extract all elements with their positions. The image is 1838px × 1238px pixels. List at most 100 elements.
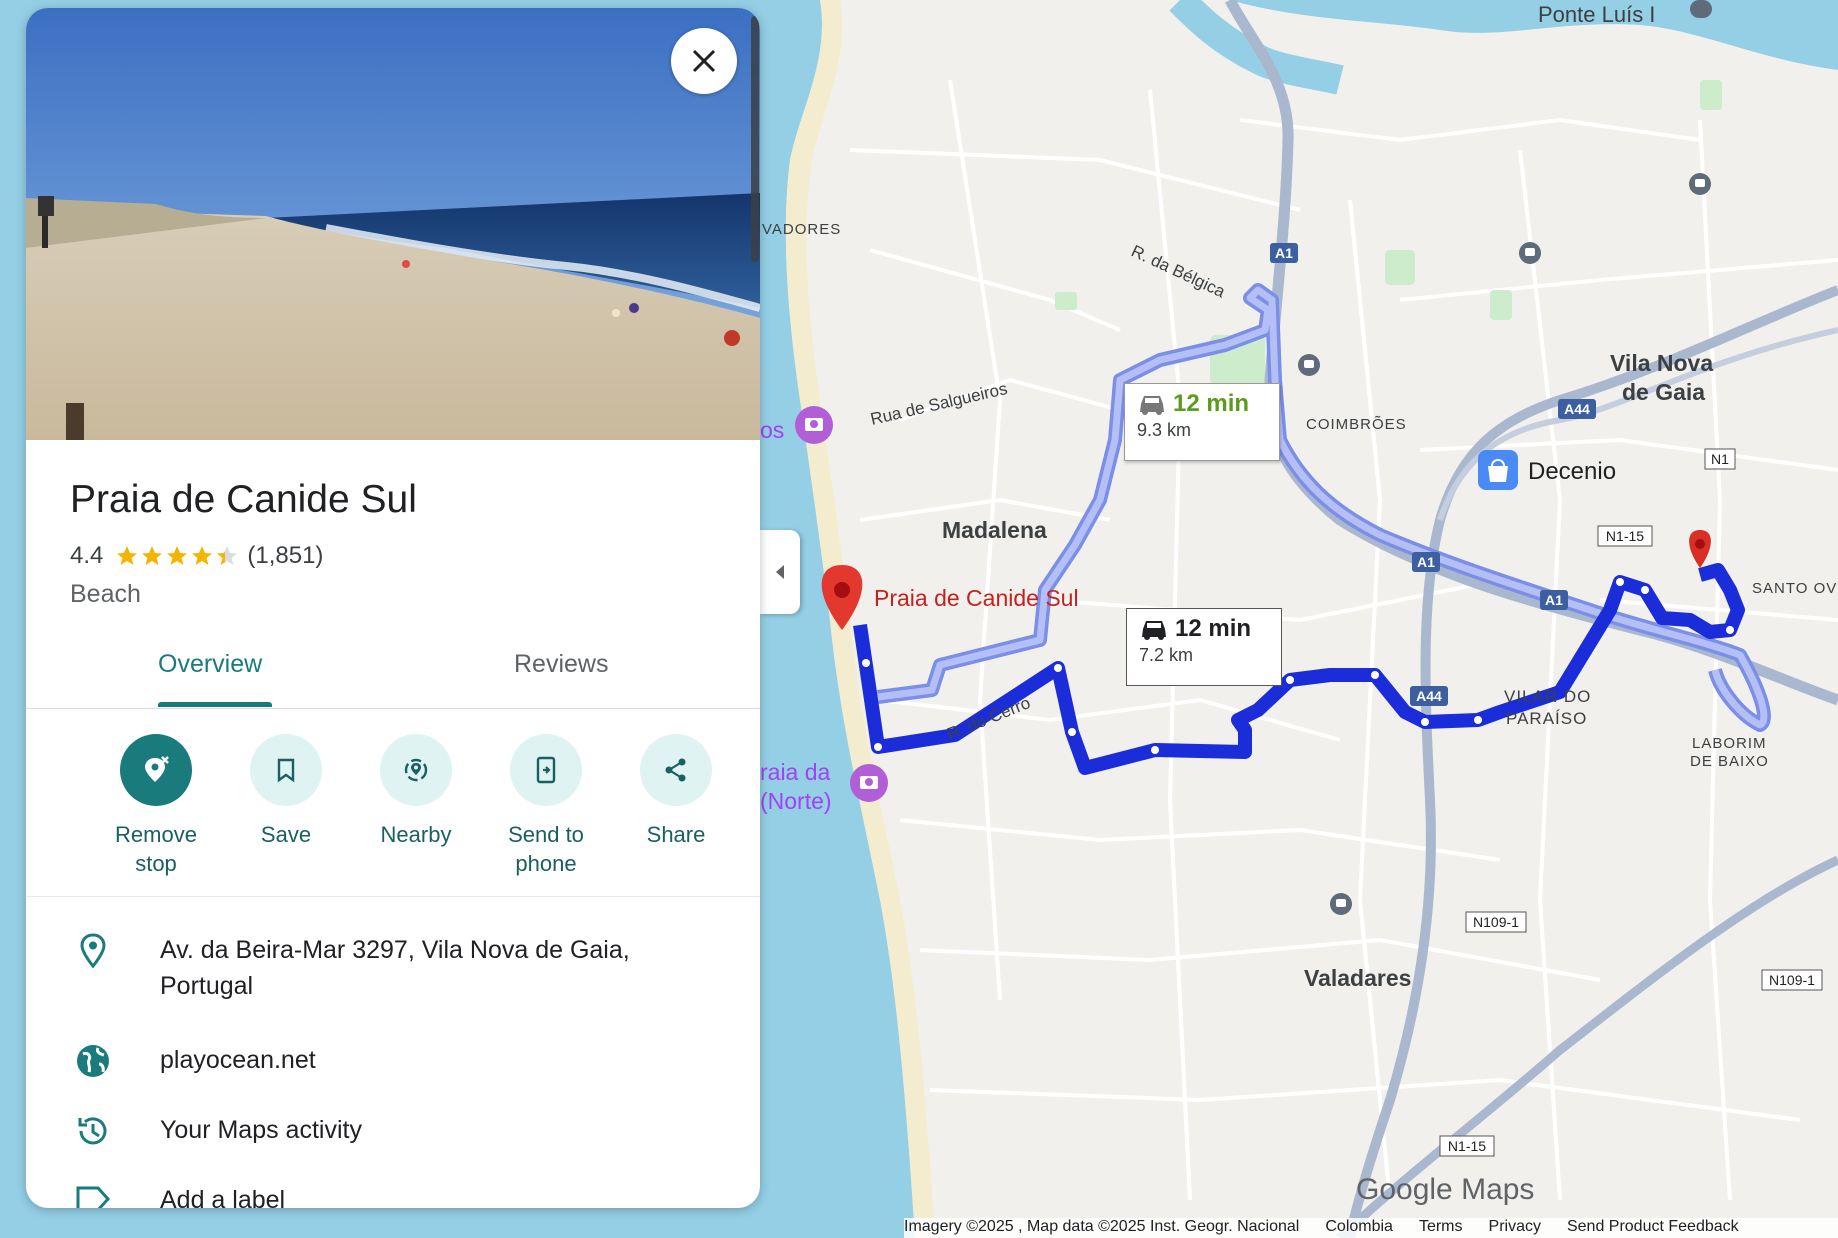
label-laborim-1: LABORIM <box>1692 735 1767 752</box>
car-icon <box>1140 396 1164 415</box>
save-button[interactable]: Save <box>221 734 351 849</box>
add-label-row[interactable]: Add a label <box>26 1182 760 1208</box>
rating-stars <box>115 544 239 568</box>
footer-country[interactable]: Colombia <box>1325 1218 1393 1238</box>
label-vilar-1: VILAR DO <box>1504 687 1591 706</box>
road-shield-n1-15-bottom: N1-15 <box>1439 1135 1495 1157</box>
share-label: Share <box>646 822 706 847</box>
nearby-icon <box>404 758 428 782</box>
maps-activity-text: Your Maps activity <box>160 1116 362 1144</box>
road-shield-n1: N1 <box>1704 448 1736 470</box>
svg-text:N1: N1 <box>1711 451 1729 467</box>
label-ponte: Ponte Luís I <box>1538 2 1655 27</box>
remove-stop-icon <box>145 756 169 782</box>
poi-camera-2[interactable] <box>850 764 888 802</box>
nearby-button[interactable]: Nearby <box>351 734 481 849</box>
address-row[interactable]: Av. da Beira-Mar 3297, Vila Nova de Gaia… <box>26 932 760 1004</box>
map-footer: Imagery ©2025 , Map data ©2025 Inst. Geo… <box>904 1218 1838 1238</box>
close-button[interactable] <box>671 28 737 94</box>
location-pin-icon <box>80 933 106 969</box>
website-row[interactable]: playocean.net <box>26 1042 760 1080</box>
road-shield-n109-1: N109-1 <box>1465 911 1527 933</box>
nearby-label: Nearby <box>380 822 452 847</box>
route-callout-primary[interactable]: 12 min 7.2 km <box>1126 608 1282 686</box>
car-icon <box>1142 621 1166 640</box>
label-vila-nova-1: Vila Nova <box>1610 350 1713 376</box>
send-to-phone-label-2: phone <box>515 851 577 876</box>
svg-text:N109-1: N109-1 <box>1473 914 1519 930</box>
road-shield-a1-right: A1 <box>1540 590 1568 610</box>
place-category[interactable]: Beach <box>70 580 141 609</box>
label-santo-ov: SANTO OV <box>1752 580 1837 597</box>
place-panel: Praia de Canide Sul 4.4 (1,851) Beach Ov… <box>26 8 760 1208</box>
svg-text:A44: A44 <box>1564 401 1590 417</box>
footer-feedback-link[interactable]: Send Product Feedback <box>1567 1218 1739 1238</box>
svg-text:N1-15: N1-15 <box>1606 528 1644 544</box>
road-shield-a1-mid: A1 <box>1412 552 1440 572</box>
poi-camera-1[interactable] <box>795 406 833 444</box>
label-vila-nova-2: de Gaia <box>1622 379 1705 405</box>
tab-indicator <box>158 702 272 707</box>
share-icon <box>665 758 686 782</box>
tab-reviews[interactable]: Reviews <box>514 650 608 679</box>
svg-text:A44: A44 <box>1416 688 1442 704</box>
shopping-icon[interactable] <box>1478 450 1518 490</box>
close-icon <box>692 49 716 73</box>
remove-stop-label-2: stop <box>135 851 177 876</box>
route-alt-duration: 12 min <box>1173 390 1250 417</box>
history-icon <box>78 1117 107 1145</box>
road-shield-a1-top: A1 <box>1270 243 1298 263</box>
footer-terms-link[interactable]: Terms <box>1419 1218 1463 1238</box>
label-praia-norte-1[interactable]: raia da <box>760 759 831 785</box>
remove-stop-button[interactable]: Remove stop <box>91 734 221 878</box>
svg-text:N109-1: N109-1 <box>1769 972 1815 988</box>
route-alt-distance: 9.3 km <box>1137 420 1192 440</box>
route-callout-alt[interactable]: 12 min 9.3 km <box>1124 383 1280 461</box>
globe-icon <box>77 1045 109 1077</box>
save-label: Save <box>260 822 312 847</box>
label-icon <box>76 1186 111 1208</box>
reviews-count[interactable]: (1,851) <box>247 542 323 570</box>
remove-stop-label-1: Remove <box>115 822 197 847</box>
label-vadores: VADORES <box>762 221 841 238</box>
svg-text:A1: A1 <box>1275 245 1293 261</box>
label-vilar-2: PARAÍSO <box>1506 709 1587 728</box>
collapse-panel-button[interactable] <box>760 530 800 614</box>
label-os[interactable]: os <box>760 417 784 443</box>
share-button[interactable]: Share <box>611 734 741 849</box>
svg-text:A1: A1 <box>1545 592 1563 608</box>
label-decenio[interactable]: Decenio <box>1528 458 1616 485</box>
svg-text:N1-15: N1-15 <box>1448 1138 1486 1154</box>
place-title: Praia de Canide Sul <box>70 478 417 521</box>
place-photo[interactable] <box>26 8 760 440</box>
route-primary-distance: 7.2 km <box>1139 645 1194 665</box>
label-madalena: Madalena <box>942 517 1047 543</box>
website-link[interactable]: playocean.net <box>160 1042 680 1080</box>
bookmark-icon <box>277 758 295 783</box>
label-coimbroes: COIMBRÕES <box>1306 416 1407 433</box>
add-label-text: Add a label <box>160 1186 286 1208</box>
google-maps-logo: Google Maps <box>1356 1173 1534 1206</box>
caret-left-icon <box>776 565 784 579</box>
send-to-phone-label-1: Send to <box>508 822 584 847</box>
route-primary-duration: 12 min <box>1175 615 1252 642</box>
place-tabs: Overview Reviews <box>26 638 760 709</box>
label-marker-place[interactable]: Praia de Canide Sul <box>874 585 1079 611</box>
rating-row[interactable]: 4.4 (1,851) <box>70 542 323 570</box>
label-praia-norte-2[interactable]: (Norte) <box>760 788 832 814</box>
scrollbar[interactable] <box>751 16 759 262</box>
rating-value: 4.4 <box>70 542 104 569</box>
road-shield-a44-top: A44 <box>1558 399 1596 419</box>
label-valadares: Valadares <box>1304 965 1411 991</box>
footer-imagery: Imagery ©2025 , Map data ©2025 Inst. Geo… <box>904 1218 1300 1235</box>
label-laborim-2: DE BAIXO <box>1690 753 1769 770</box>
send-to-phone-button[interactable]: Send to phone <box>481 734 611 878</box>
send-to-phone-icon <box>536 756 556 784</box>
road-shield-n1-15: N1-15 <box>1597 525 1653 547</box>
action-bar: Remove stop Save Nearby Send to phone Shar… <box>26 728 760 897</box>
road-shield-n109-1-right: N109-1 <box>1761 969 1823 991</box>
tab-overview[interactable]: Overview <box>158 650 262 679</box>
footer-privacy-link[interactable]: Privacy <box>1489 1218 1541 1238</box>
address-text: Av. da Beira-Mar 3297, Vila Nova de Gaia… <box>160 936 630 1000</box>
maps-activity-row[interactable]: Your Maps activity <box>26 1112 760 1150</box>
